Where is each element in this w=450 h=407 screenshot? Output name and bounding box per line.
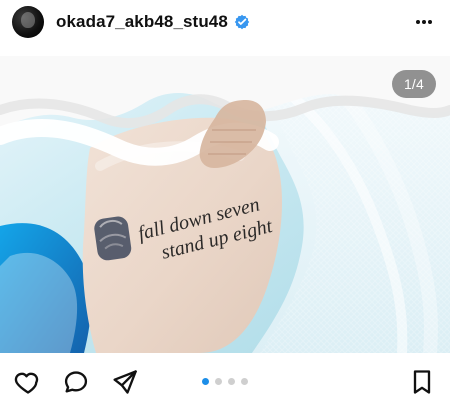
- carousel-dot-3[interactable]: [228, 378, 235, 385]
- heart-icon[interactable]: [14, 368, 42, 396]
- carousel-dot-2[interactable]: [215, 378, 222, 385]
- carousel-indicators: [202, 378, 248, 385]
- send-icon[interactable]: [110, 368, 138, 396]
- carousel-dot-1[interactable]: [202, 378, 209, 385]
- comment-icon[interactable]: [62, 368, 90, 396]
- post-header: okada7_akb48_stu48: [0, 0, 450, 44]
- instagram-post: okada7_akb48_stu48 fall down seven stand…: [0, 0, 450, 407]
- more-options-icon[interactable]: [410, 8, 438, 36]
- username[interactable]: okada7_akb48_stu48: [56, 12, 228, 32]
- username-row: okada7_akb48_stu48: [56, 12, 250, 32]
- carousel-dot-4[interactable]: [241, 378, 248, 385]
- avatar[interactable]: [12, 6, 44, 38]
- action-bar: [0, 360, 450, 404]
- verified-badge-icon: [234, 14, 250, 30]
- carousel-counter: 1/4: [391, 70, 436, 98]
- bookmark-icon[interactable]: [408, 368, 436, 396]
- post-photo[interactable]: fall down seven stand up eight: [0, 56, 450, 353]
